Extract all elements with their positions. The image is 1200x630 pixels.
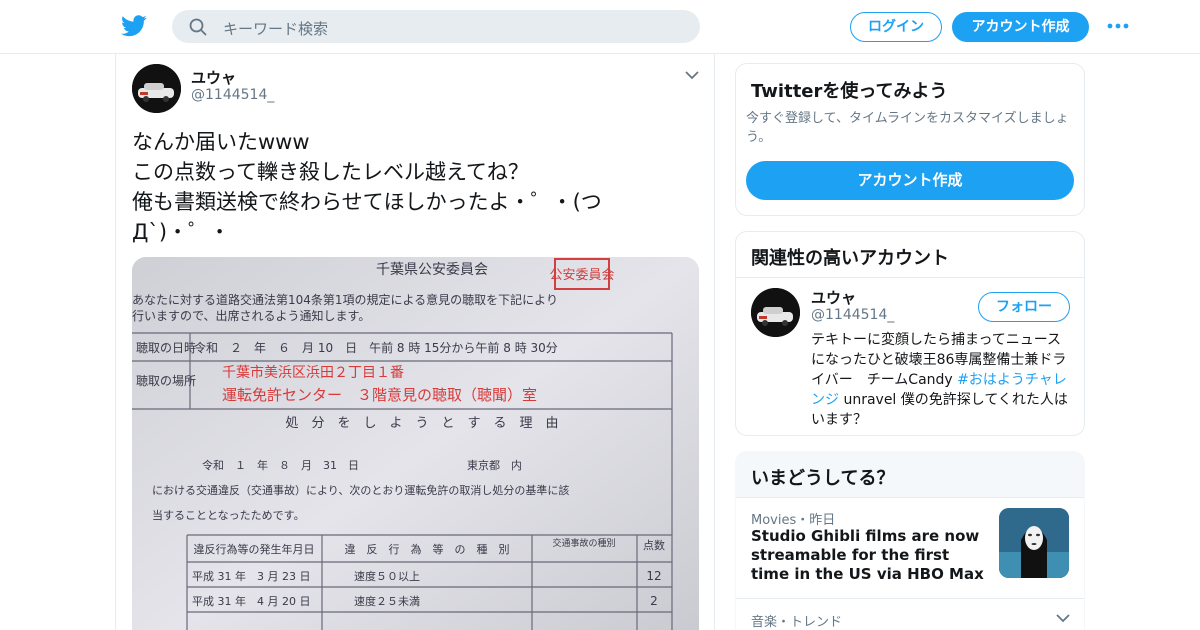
doc-table-col3: 交通事故の種別 — [552, 537, 615, 549]
search-icon — [189, 18, 207, 36]
document-photo: 公安委員会 千葉県公安委員会 あなたに対する道路交通法第104条第1項の規定によ… — [132, 257, 699, 630]
follow-button[interactable]: フォロー — [978, 292, 1070, 322]
search-placeholder: キーワード検索 — [223, 20, 329, 38]
login-button[interactable]: ログイン — [850, 12, 942, 42]
more-options-icon[interactable] — [1106, 20, 1130, 32]
doc-row2-points: 2 — [650, 594, 658, 608]
signup-card-title: Twitterを使ってみよう — [751, 81, 948, 102]
search-input[interactable]: キーワード検索 — [172, 10, 700, 43]
doc-line1: あなたに対する道路交通法第104条第1項の規定による意見の聴取を下記により — [132, 292, 558, 307]
no-face-image — [999, 508, 1069, 578]
doc-row1-points: 12 — [646, 569, 661, 583]
doc-table-col4: 点数 — [643, 539, 665, 552]
bio-text-after: unravel 僕の免許探してくれた人はいます？ — [811, 392, 1068, 428]
author-handle[interactable]: @1144514_ — [191, 87, 274, 103]
create-account-button[interactable]: アカウント作成 — [746, 161, 1074, 200]
signup-card: Twitterを使ってみよう 今すぐ登録して、タイムラインをカスタマイズしましょ… — [735, 63, 1085, 216]
tweet-photo[interactable]: 公安委員会 千葉県公安委員会 あなたに対する道路交通法第104条第1項の規定によ… — [132, 257, 699, 630]
doc-row1-kind: 速度５０以上 — [354, 569, 420, 583]
related-accounts-title: 関連性の高いアカウント — [751, 248, 949, 269]
doc-header: 千葉県公安委員会 — [376, 262, 488, 278]
doc-row1-date: 平成 31 年 3 月 23 日 — [192, 569, 310, 583]
related-avatar[interactable] — [751, 288, 800, 337]
related-accounts-card: 関連性の高いアカウント ユウャ @1144514_ フォロー テキトーに変顔した… — [735, 231, 1085, 436]
doc-table-col2: 違 反 行 為 等 の 種 別 — [345, 542, 510, 556]
doc-reason-place: 東京都 内 — [467, 458, 522, 472]
doc-row2-date: 平成 31 年 4 月 20 日 — [192, 594, 310, 608]
doc-reason-date: 令和 １ 年 ８ 月 31 日 — [202, 458, 359, 472]
doc-reason-text2: 当することとなったためです。 — [152, 508, 305, 522]
doc-date-value: 令和 ２ 年 ６ 月 10 日 午前 8 時 15分から午前 8 時 30分 — [194, 340, 558, 355]
doc-place-value2: 運転免許センター ３階意見の聴取（聴聞）室 — [222, 386, 537, 404]
trend-meta: Movies・昨日 — [751, 513, 836, 528]
doc-line2: 行いますので、出席されるよう通知します。 — [132, 308, 370, 323]
signup-card-description: 今すぐ登録して、タイムラインをカスタマイズしましょう。 — [746, 111, 1069, 145]
stamp-text: 公安委員会 — [549, 268, 614, 283]
doc-row2-kind: 速度２５未満 — [354, 594, 420, 608]
twitter-logo-icon[interactable] — [121, 14, 147, 38]
related-account-bio: テキトーに変顔したら捕まってニュースになったひと破壊王86専属整備士兼ドライバー… — [811, 330, 1069, 430]
chevron-down-icon[interactable] — [1056, 614, 1070, 623]
author-name[interactable]: ユウャ — [191, 67, 236, 88]
chevron-down-icon[interactable] — [685, 71, 699, 80]
trend-item[interactable]: 音楽・トレンド — [736, 599, 1084, 630]
trends-title: いまどうしてる？ — [751, 468, 895, 489]
tweet-text: なんか届いたwww この点数って轢き殺したレベル越えてね？ 俺も書類送検で終わら… — [132, 130, 602, 244]
doc-reason-header: 処 分 を し よ う と す る 理 由 — [285, 416, 558, 431]
divider — [736, 277, 1084, 278]
trend-thumbnail[interactable] — [999, 508, 1069, 578]
related-account-name[interactable]: ユウャ — [811, 287, 856, 308]
top-navigation-bar: キーワード検索 ログイン アカウント作成 — [0, 0, 1200, 54]
doc-table-col1: 違反行為等の発生年月日 — [194, 542, 315, 556]
trend-headline[interactable]: Studio Ghibli films are now streamable f… — [751, 527, 987, 584]
doc-reason-text1: における交通違反（交通事故）により、次のとおり運転免許の取消し処分の基準に該 — [152, 483, 569, 497]
doc-place-label: 聴取の場所 — [136, 374, 196, 388]
trend-meta: 音楽・トレンド — [751, 615, 843, 630]
signup-button[interactable]: アカウント作成 — [952, 12, 1089, 42]
doc-date-label: 聴取の日時 — [136, 341, 196, 355]
trends-card: いまどうしてる？ Movies・昨日 Studio Ghibli films a… — [735, 451, 1085, 630]
doc-place-value1: 千葉市美浜区浜田２丁目１番 — [222, 364, 404, 381]
avatar-car-image — [751, 288, 800, 337]
related-account-handle[interactable]: @1144514_ — [811, 307, 894, 323]
avatar[interactable] — [132, 64, 181, 113]
avatar-car-image — [132, 64, 181, 113]
trend-item[interactable]: Movies・昨日 Studio Ghibli films are now st… — [736, 498, 1084, 598]
tweet-detail: ユウャ @1144514_ なんか届いたwww この点数って轢き殺したレベル越え… — [115, 54, 715, 630]
